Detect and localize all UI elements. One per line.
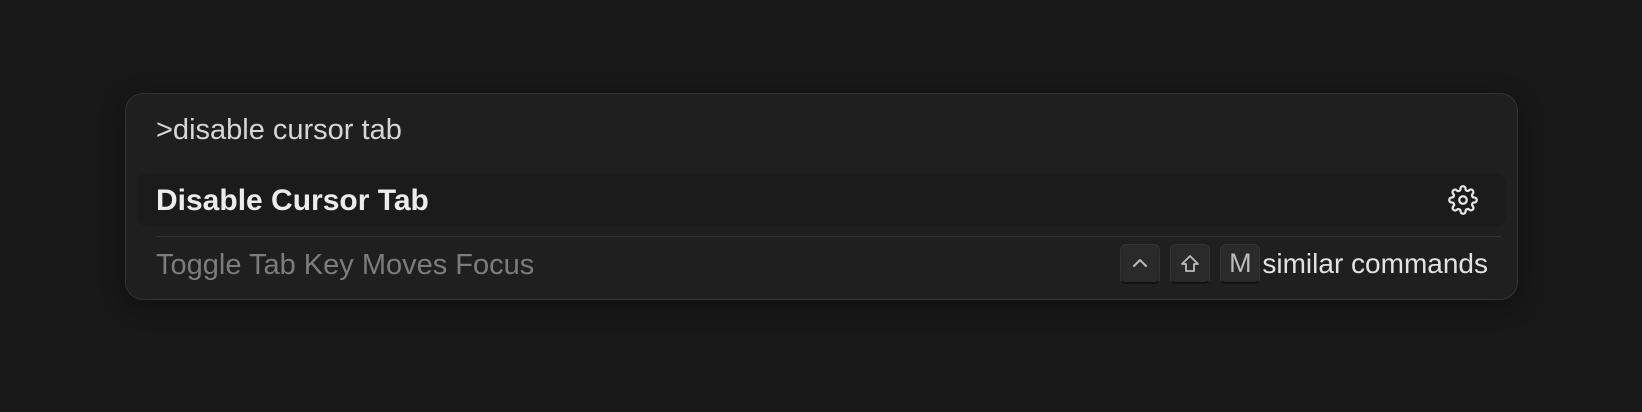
command-palette: Disable Cursor Tab Toggle Tab Key Moves … <box>125 93 1518 300</box>
m-key: M <box>1220 244 1261 284</box>
similar-commands-hint: similar commands <box>1262 248 1488 279</box>
similar-commands-shortcut: M similar commands <box>1110 243 1488 285</box>
command-search-input[interactable] <box>156 110 1476 150</box>
shift-key-icon <box>1170 244 1211 284</box>
gear-icon[interactable] <box>1448 185 1478 215</box>
command-result-label: Disable Cursor Tab <box>156 184 429 217</box>
command-result-label: Toggle Tab Key Moves Focus <box>156 249 535 281</box>
command-result-toggle-tab-key[interactable]: Toggle Tab Key Moves Focus M similar com… <box>138 237 1506 293</box>
ctrl-key-icon <box>1120 244 1161 284</box>
command-result-disable-cursor-tab[interactable]: Disable Cursor Tab <box>138 173 1506 227</box>
